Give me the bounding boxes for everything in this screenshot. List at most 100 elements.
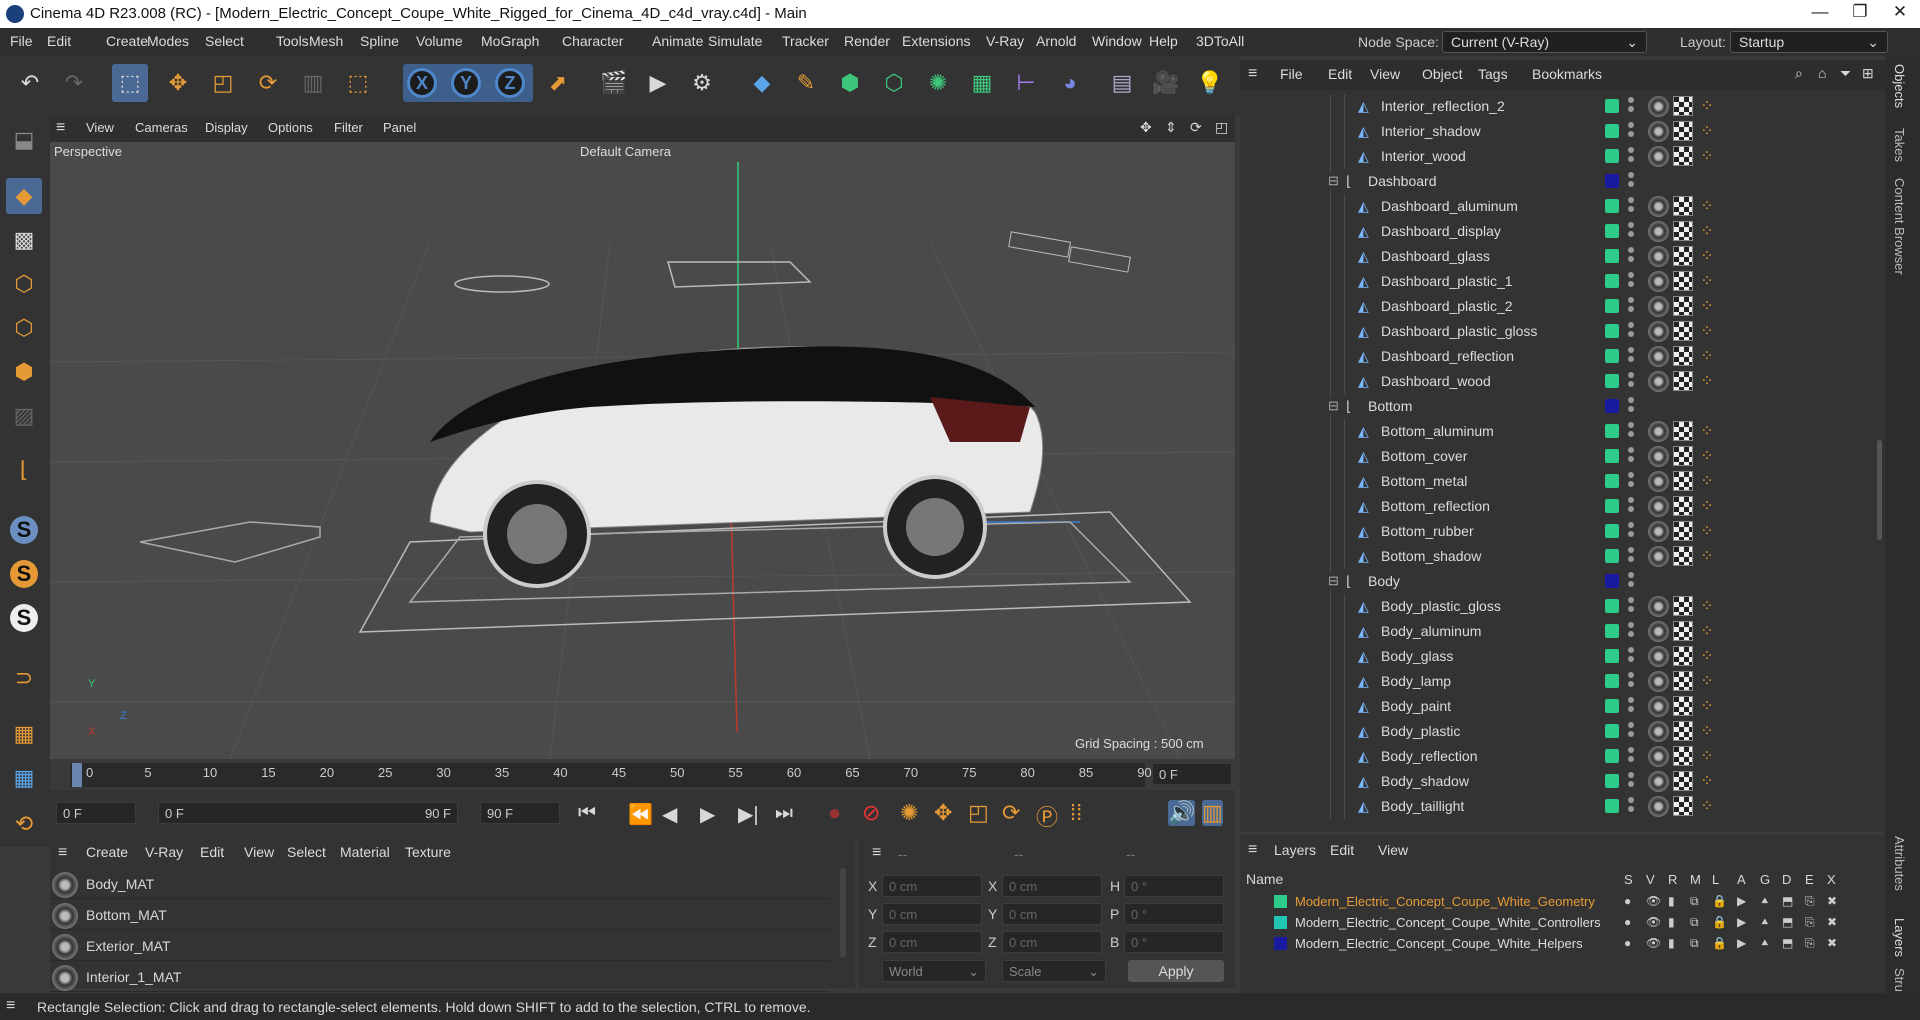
layer-color-swatch[interactable] xyxy=(1605,599,1619,613)
vray-tag-icon[interactable]: ⁘ xyxy=(1697,146,1717,166)
texture-tag-icon[interactable] xyxy=(1673,796,1693,816)
material-tag-icon[interactable] xyxy=(1648,421,1669,442)
menu-modes[interactable]: Modes xyxy=(147,33,189,49)
object-row[interactable]: ◭ Dashboard_reflection ⁘ xyxy=(1240,344,1870,369)
key-position-icon[interactable]: ✥ xyxy=(934,800,952,826)
maximize-icon[interactable]: ❐ xyxy=(1840,2,1880,22)
xref-icon[interactable]: ✖ xyxy=(1827,894,1837,908)
texture-tag-icon[interactable] xyxy=(1673,246,1693,266)
layer-color-swatch[interactable] xyxy=(1605,299,1619,313)
material-tag-icon[interactable] xyxy=(1648,96,1669,117)
vray-tag-icon[interactable]: ⁘ xyxy=(1697,671,1717,691)
layer-color-swatch[interactable] xyxy=(1605,374,1619,388)
texture-tag-icon[interactable] xyxy=(1673,96,1693,116)
material-tag-icon[interactable] xyxy=(1648,771,1669,792)
material-menu-create[interactable]: Create xyxy=(86,844,128,860)
vray-tag-icon[interactable]: ⁘ xyxy=(1697,646,1717,666)
visibility-dots-icon[interactable] xyxy=(1628,247,1634,267)
object-row[interactable]: ◭ Bottom_aluminum ⁘ xyxy=(1240,419,1870,444)
live-selection-icon[interactable]: ⬚ xyxy=(112,64,148,102)
object-row[interactable]: ◭ Body_plastic ⁘ xyxy=(1240,719,1870,744)
texture-tag-icon[interactable] xyxy=(1673,596,1693,616)
cloner-icon[interactable]: ✺ xyxy=(920,64,956,102)
object-row[interactable]: ◭ Interior_shadow ⁘ xyxy=(1240,119,1870,144)
next-frame-icon[interactable]: ▶| xyxy=(738,802,759,827)
texture-tag-icon[interactable] xyxy=(1673,221,1693,241)
visibility-dots-icon[interactable] xyxy=(1628,472,1634,492)
vray-tag-icon[interactable]: ⁘ xyxy=(1697,371,1717,391)
visibility-dots-icon[interactable] xyxy=(1628,422,1634,442)
timeline[interactable]: 0 5 10 15 20 25 30 35 40 45 50 55 60 65 70 75 80 85 90 0 F xyxy=(50,759,1235,790)
visibility-dots-icon[interactable] xyxy=(1628,347,1634,367)
menu-render[interactable]: Render xyxy=(844,33,890,49)
render-picture-viewer-icon[interactable]: ▶ xyxy=(640,64,676,102)
vray-tag-icon[interactable]: ⁘ xyxy=(1697,596,1717,616)
key-scale-icon[interactable]: ◰ xyxy=(968,800,989,826)
hamburger-icon[interactable]: ≡ xyxy=(56,119,65,137)
object-row[interactable]: ◭ Bottom_shadow ⁘ xyxy=(1240,544,1870,569)
visibility-dots-icon[interactable] xyxy=(1628,497,1634,517)
render-icon[interactable]: ▮ xyxy=(1668,915,1675,929)
xref-icon[interactable]: ✖ xyxy=(1827,915,1837,929)
rot-h-field[interactable]: 0 ° xyxy=(1124,875,1224,897)
scale-icon[interactable]: ◰ xyxy=(205,64,241,102)
workplane-icon[interactable]: ▦ xyxy=(6,716,42,752)
object-row[interactable]: ◭ Interior_wood ⁘ xyxy=(1240,144,1870,169)
layer-color-swatch[interactable] xyxy=(1605,799,1619,813)
menu-extensions[interactable]: Extensions xyxy=(902,33,970,49)
object-row[interactable]: ◭ Body_aluminum ⁘ xyxy=(1240,619,1870,644)
vray-tag-icon[interactable]: ⁘ xyxy=(1697,321,1717,341)
new-window-icon[interactable]: ⊞ xyxy=(1862,65,1874,82)
texture-tag-icon[interactable] xyxy=(1673,271,1693,291)
hamburger-icon[interactable]: ≡ xyxy=(1248,65,1257,83)
visibility-dots-icon[interactable] xyxy=(1628,597,1634,617)
vray-tag-icon[interactable]: ⁘ xyxy=(1697,471,1717,491)
layer-color-swatch[interactable] xyxy=(1605,574,1619,588)
material-tag-icon[interactable] xyxy=(1648,271,1669,292)
object-row[interactable]: ◭ Body_lamp ⁘ xyxy=(1240,669,1870,694)
layer-color-swatch[interactable] xyxy=(1605,124,1619,138)
texture-tag-icon[interactable] xyxy=(1673,496,1693,516)
material-tag-icon[interactable] xyxy=(1648,746,1669,767)
collapse-icon[interactable]: ⊟ xyxy=(1328,173,1339,189)
material-tag-icon[interactable] xyxy=(1648,496,1669,517)
tab-objects[interactable]: Objects xyxy=(1892,64,1907,108)
deformer-icon[interactable]: ⬒ xyxy=(1782,936,1793,950)
menu-arnold[interactable]: Arnold xyxy=(1036,33,1076,49)
key-pla-icon[interactable]: ⁞⁞ xyxy=(1070,800,1082,826)
layer-row[interactable]: Modern_Electric_Concept_Coupe_White_Help… xyxy=(1240,934,1880,955)
size-z-field[interactable]: 0 cm xyxy=(1002,931,1102,953)
expression-icon[interactable]: ⎘ xyxy=(1805,936,1815,951)
solo-hierarchy-icon[interactable]: S xyxy=(6,600,42,636)
viewport-menu-cameras[interactable]: Cameras xyxy=(135,120,188,135)
points-mode-icon[interactable]: ⬡ xyxy=(6,266,42,302)
lock-icon[interactable]: 🔒 xyxy=(1712,894,1727,908)
viewport-menu-options[interactable]: Options xyxy=(268,120,313,135)
object-menu-tags[interactable]: Tags xyxy=(1478,66,1508,82)
solo-off-icon[interactable]: S xyxy=(6,512,42,548)
collapse-icon[interactable]: ⊟ xyxy=(1328,398,1339,414)
close-icon[interactable]: ✕ xyxy=(1880,2,1920,22)
current-frame-field[interactable]: 0 F xyxy=(1152,763,1232,785)
polygons-mode-icon[interactable]: ⬢ xyxy=(6,354,42,390)
visibility-dots-icon[interactable] xyxy=(1628,747,1634,767)
hamburger-icon[interactable]: ≡ xyxy=(6,997,15,1015)
visibility-dots-icon[interactable] xyxy=(1628,722,1634,742)
vray-tag-icon[interactable]: ⁘ xyxy=(1697,296,1717,316)
hamburger-icon[interactable]: ≡ xyxy=(872,844,881,862)
door-controller-left[interactable] xyxy=(1008,231,1071,258)
vray-tag-icon[interactable]: ⁘ xyxy=(1697,221,1717,241)
material-tag-icon[interactable] xyxy=(1648,371,1669,392)
material-tag-icon[interactable] xyxy=(1648,146,1669,167)
vray-tag-icon[interactable]: ⁘ xyxy=(1697,546,1717,566)
animation-icon[interactable]: ▶ xyxy=(1737,894,1746,908)
viewport-menu-view[interactable]: View xyxy=(86,120,114,135)
texture-tag-icon[interactable] xyxy=(1673,671,1693,691)
hamburger-icon[interactable]: ≡ xyxy=(1248,841,1257,859)
menu-file[interactable]: File xyxy=(10,33,33,49)
texture-tag-icon[interactable] xyxy=(1673,371,1693,391)
visibility-dots-icon[interactable] xyxy=(1628,772,1634,792)
axis-mode-icon[interactable]: ⌊ xyxy=(6,452,42,488)
menu-help[interactable]: Help xyxy=(1149,33,1178,49)
texture-tag-icon[interactable] xyxy=(1673,146,1693,166)
